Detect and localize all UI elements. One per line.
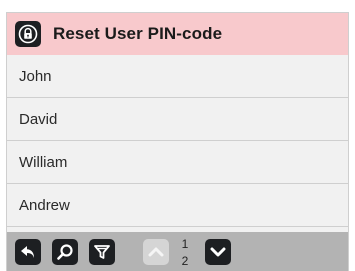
page-down-button[interactable]	[205, 239, 231, 265]
chevron-up-icon	[148, 247, 164, 257]
user-name: Andrew	[19, 196, 70, 214]
list-item[interactable]: David	[7, 98, 348, 141]
filter-button[interactable]	[89, 239, 115, 265]
user-list: John David William Andrew	[7, 55, 348, 227]
page-indicator: 1 2	[174, 235, 196, 268]
user-name: David	[19, 110, 58, 128]
current-page: 1	[181, 237, 189, 251]
filter-icon	[94, 245, 110, 259]
page-up-button[interactable]	[143, 239, 169, 265]
chevron-down-icon	[210, 247, 226, 257]
pin-reset-panel: Reset User PIN-code John David William A…	[7, 13, 348, 271]
back-icon	[21, 246, 34, 258]
total-pages: 2	[181, 254, 189, 268]
list-item[interactable]: Andrew	[7, 184, 348, 227]
back-button[interactable]	[15, 239, 41, 265]
search-button[interactable]	[52, 239, 78, 265]
user-name: John	[19, 67, 52, 85]
header-bar: Reset User PIN-code	[7, 13, 348, 56]
search-icon	[57, 244, 73, 260]
list-item[interactable]: John	[7, 55, 348, 98]
user-name: William	[19, 153, 68, 171]
lock-shield-icon	[15, 21, 41, 47]
page-title: Reset User PIN-code	[53, 24, 223, 43]
list-item[interactable]: William	[7, 141, 348, 184]
bottom-toolbar: 1 2	[7, 232, 348, 271]
